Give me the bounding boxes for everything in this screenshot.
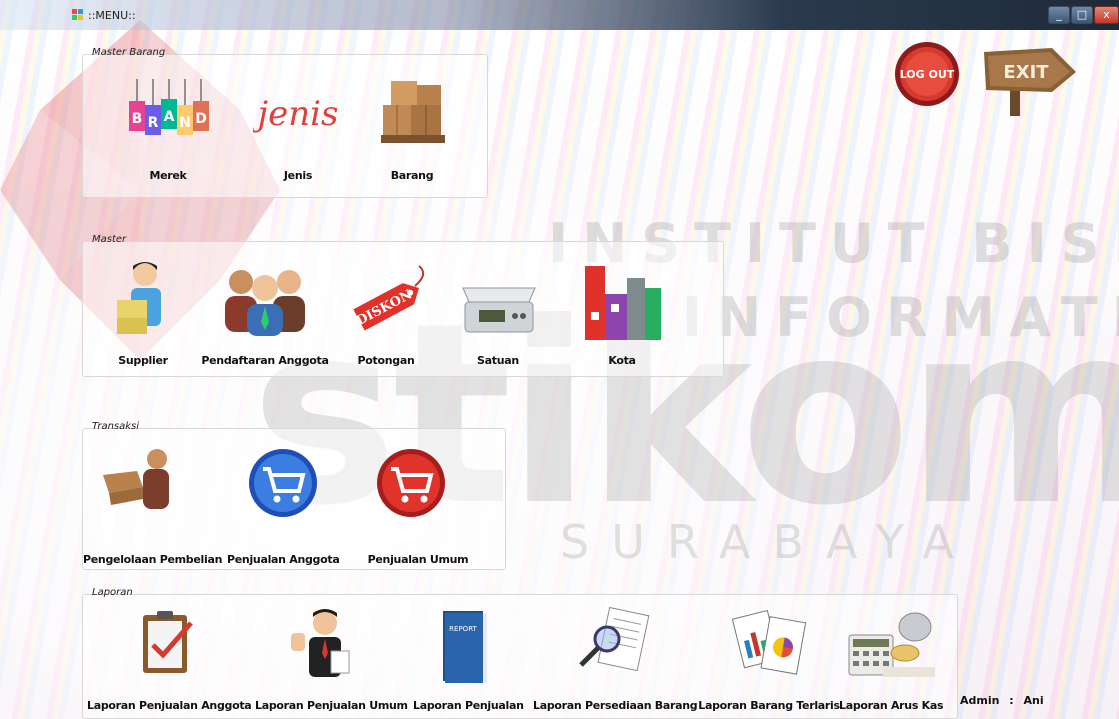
menu-item-label: Penjualan Anggota <box>227 553 340 566</box>
brand-tags-icon: B R A N D <box>129 79 209 135</box>
menu-item-label: Laporan Penjualan Umum <box>255 699 408 712</box>
menu-item-label: Merek <box>149 169 187 182</box>
menu-item-label: Laporan Arus Kas <box>839 699 944 712</box>
exit-signpost-icon: EXIT <box>984 48 1076 116</box>
menu-item-label: Supplier <box>118 354 168 367</box>
businessman-thumbs-up-icon <box>291 609 350 677</box>
menu-item-label: Laporan Penjualan Anggota <box>87 699 252 712</box>
menu-item-laporan-persediaan-barang[interactable]: Laporan Persediaan Barang <box>533 607 698 717</box>
menu-item-label: Barang <box>390 169 434 182</box>
menu-item-supplier[interactable]: Supplier <box>93 258 193 372</box>
svg-text:R: R <box>148 115 159 131</box>
menu-item-pengelolaan-pembelian[interactable]: Pengelolaan Pembelian <box>83 443 223 566</box>
logout-label: LOG OUT <box>900 68 955 81</box>
scale-icon <box>462 287 536 333</box>
user-separator: : <box>1009 694 1014 707</box>
window-title: ::MENU:: <box>88 9 136 22</box>
menu-item-kota[interactable]: Kota <box>577 258 667 372</box>
svg-text:N: N <box>179 115 191 131</box>
svg-text:REPORT: REPORT <box>449 625 477 633</box>
city-buildings-icon <box>585 266 661 340</box>
magnifier-document-icon <box>579 607 650 672</box>
logout-button[interactable]: LOG OUT <box>894 40 960 108</box>
logout-icon: LOG OUT <box>895 42 959 106</box>
boxes-pallet-icon <box>381 81 445 143</box>
group-transaksi: Transaksi Pengelolaan Pembelian Penjuala… <box>82 421 506 570</box>
exit-button[interactable]: EXIT <box>980 40 1078 118</box>
watermark-city: SURABAYA <box>560 515 976 569</box>
jenis-script-icon: jenis <box>253 94 338 134</box>
menu-item-label: Laporan Barang Terlaris <box>698 699 840 712</box>
menu-item-label: Satuan <box>477 354 519 367</box>
menu-item-pendaftaran-anggota[interactable]: Pendaftaran Anggota <box>201 258 329 372</box>
menu-item-laporan-arus-kas[interactable]: Laporan Arus Kas <box>839 607 944 717</box>
menu-item-jenis[interactable]: jenis Jenis <box>253 75 343 190</box>
menu-item-label: Laporan Penjualan <box>413 699 524 712</box>
red-cart-icon <box>377 449 445 517</box>
menu-item-laporan-penjualan[interactable]: REPORT Laporan Penjualan <box>413 607 524 717</box>
svg-text:A: A <box>164 109 175 125</box>
group-laporan: Laporan Laporan Penjualan Anggota Lapora… <box>82 587 958 719</box>
menu-item-label: Potongan <box>357 354 415 367</box>
delivery-man-icon <box>103 449 169 509</box>
close-button[interactable]: x <box>1094 6 1119 24</box>
svg-text:B: B <box>132 111 143 127</box>
charts-documents-icon <box>731 609 807 675</box>
group-master-barang: Master Barang B R A N D Merek jenis Jeni… <box>82 47 488 198</box>
calculator-coins-icon <box>848 612 935 677</box>
menu-item-label: Kota <box>608 354 636 367</box>
group-legend: Transaksi <box>92 421 140 432</box>
svg-text:D: D <box>195 111 207 127</box>
menu-item-penjualan-umum[interactable]: Penjualan Umum <box>363 443 473 566</box>
menu-item-label: Jenis <box>283 169 313 182</box>
people-group-icon <box>225 270 305 336</box>
blue-cart-icon <box>249 449 317 517</box>
menu-item-satuan[interactable]: Satuan <box>453 258 543 372</box>
supplier-boxes-icon <box>117 262 161 334</box>
menu-item-laporan-penjualan-umum[interactable]: Laporan Penjualan Umum <box>255 607 408 717</box>
user-role: Admin <box>960 694 1000 707</box>
menu-item-penjualan-anggota[interactable]: Penjualan Anggota <box>227 443 340 566</box>
menu-item-potongan[interactable]: DISKON Potongan <box>341 258 431 372</box>
group-legend: Master <box>92 234 127 245</box>
exit-label: EXIT <box>1003 62 1049 83</box>
minimize-button[interactable]: _ <box>1048 6 1070 24</box>
report-book-icon: REPORT <box>443 611 487 683</box>
diskon-tag-icon: DISKON <box>353 265 425 331</box>
svg-text:jenis: jenis <box>253 94 338 134</box>
menu-item-barang[interactable]: Barang <box>367 75 457 190</box>
menu-item-label: Laporan Persediaan Barang <box>533 699 698 712</box>
menu-item-label: Pendaftaran Anggota <box>201 354 329 367</box>
menu-item-laporan-penjualan-anggota[interactable]: Laporan Penjualan Anggota <box>87 607 252 717</box>
group-legend: Master Barang <box>92 47 166 58</box>
app-icon <box>72 9 83 20</box>
group-legend: Laporan <box>92 587 133 598</box>
group-master: Master Supplier Pendaftaran Anggota DISK… <box>82 234 724 377</box>
user-status: Admin : Ani <box>960 694 1050 707</box>
menu-item-label: Penjualan Umum <box>367 553 469 566</box>
menu-item-laporan-barang-terlaris[interactable]: Laporan Barang Terlaris <box>697 607 841 717</box>
user-name: Ani <box>1023 694 1044 707</box>
menu-item-merek[interactable]: B R A N D Merek <box>123 75 213 190</box>
clipboard-check-icon <box>143 611 193 673</box>
menu-item-label: Pengelolaan Pembelian <box>83 553 223 566</box>
maximize-button[interactable]: □ <box>1071 6 1093 24</box>
window-titlebar[interactable]: ::MENU:: _ □ x <box>0 0 1119 30</box>
